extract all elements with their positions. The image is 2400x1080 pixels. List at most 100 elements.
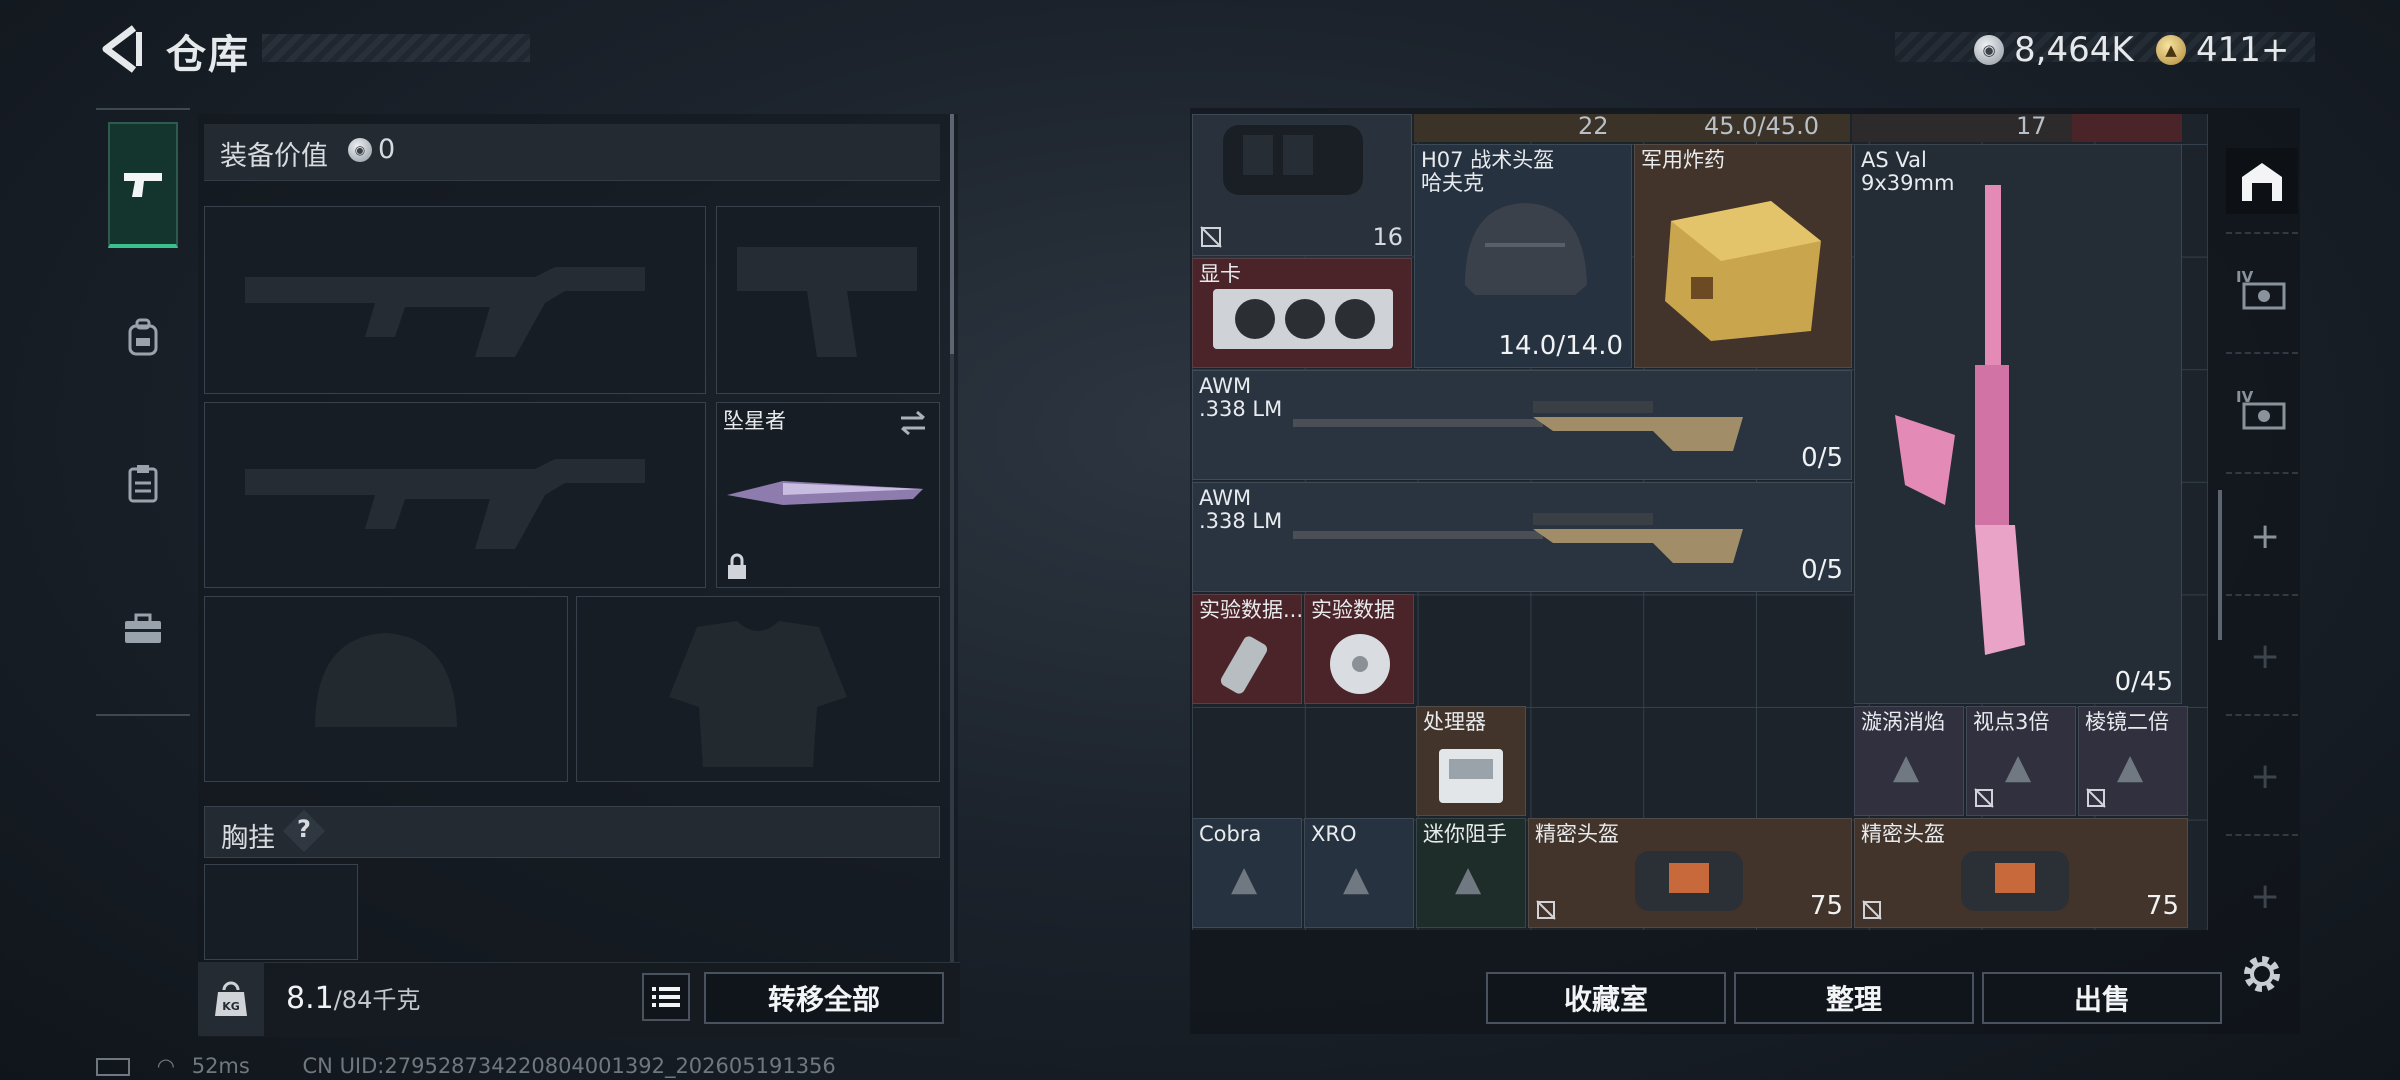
placeholder-icon: ▲ xyxy=(1231,859,1258,899)
data-1-name: 实验数据... xyxy=(1199,598,1302,622)
item-data-2[interactable]: 实验数据 xyxy=(1304,594,1414,704)
tab-case[interactable] xyxy=(108,566,178,692)
storage-scrollbar[interactable] xyxy=(2218,490,2222,640)
gold-coin-icon: ▲ xyxy=(2156,35,2186,65)
arrange-button[interactable]: 整理 xyxy=(1734,972,1974,1024)
add-storage-icon[interactable]: + xyxy=(2250,516,2280,557)
list-view-button[interactable] xyxy=(642,973,690,1021)
helmet-icon xyxy=(1465,203,1587,295)
explosive-name: 军用炸药 xyxy=(1641,148,1725,172)
add-storage-icon[interactable]: + xyxy=(2250,756,2280,797)
tab-rig[interactable] xyxy=(108,420,178,546)
duffel-bag-icon xyxy=(1635,851,1743,911)
precision-1-armor: 75 xyxy=(1809,891,1843,921)
precision-2-name: 精密头盔 xyxy=(1861,822,1945,846)
title-decoration xyxy=(262,34,530,62)
side-divider xyxy=(2226,232,2298,234)
item-precision-2[interactable]: 精密头盔 75 xyxy=(1854,818,2188,928)
add-storage-icon[interactable]: + xyxy=(2250,876,2280,917)
item-gpu[interactable]: 显卡 xyxy=(1192,258,1412,368)
item-asval[interactable]: AS Val 9x39mm 0/45 xyxy=(1854,144,2182,704)
placeholder-icon: ▲ xyxy=(2117,747,2144,787)
item-awm-2[interactable]: AWM .338 LM 0/5 xyxy=(1192,482,1852,592)
weight-readout: 8.1/84千克 xyxy=(286,980,420,1016)
settings-button[interactable] xyxy=(2240,952,2284,1000)
item-vortex[interactable]: 漩涡消焰 ▲ xyxy=(1854,706,1964,816)
item-xro[interactable]: XRO ▲ xyxy=(1304,818,1414,928)
armor-silhouette-icon xyxy=(669,621,847,767)
flash-drive-icon xyxy=(1220,636,1268,694)
no-trade-icon xyxy=(1536,900,1556,920)
back-button[interactable] xyxy=(96,22,146,76)
gold-amount: 411+ xyxy=(2196,30,2290,70)
side-divider xyxy=(2226,714,2298,716)
tab-armor[interactable] xyxy=(108,274,178,400)
battery-icon xyxy=(96,1058,130,1076)
storage-box-icon: IV xyxy=(2236,268,2286,310)
storage-grid[interactable]: 16 22 45.0/45.0 17 H07 战术头盔 哈夫克 14.0/14.… xyxy=(1192,114,2208,930)
equipment-value-bar: 装备价值 ◉ 0 xyxy=(204,124,940,181)
warehouse-icon xyxy=(2242,163,2282,201)
primary-weapon-slot[interactable] xyxy=(204,206,706,394)
storage-tab-iv-2[interactable]: IV xyxy=(2236,386,2292,440)
placeholder-icon: ▲ xyxy=(1893,747,1920,787)
placeholder-icon: ▲ xyxy=(1343,859,1370,899)
crate-icon xyxy=(1665,201,1821,341)
helmet-slot[interactable] xyxy=(204,596,568,782)
uid-text: CN UID:279528734220804001392_20260519135… xyxy=(302,1054,836,1078)
equipment-scroll-thumb[interactable] xyxy=(950,114,954,354)
chest-rig-label: 胸挂 xyxy=(221,823,275,854)
sidearm-slot[interactable] xyxy=(716,206,940,394)
tab-weapons[interactable] xyxy=(108,122,178,248)
wifi-icon: ◠ xyxy=(156,1054,176,1078)
warehouse-tab[interactable] xyxy=(2226,148,2298,214)
gold-currency[interactable]: ▲ 411+ xyxy=(2156,30,2289,70)
silver-amount: 8,464K xyxy=(2014,30,2134,70)
awm-1-name: AWM .338 LM xyxy=(1199,374,1283,421)
item-data-1[interactable]: 实验数据... xyxy=(1192,594,1302,704)
collection-room-button[interactable]: 收藏室 xyxy=(1486,972,1726,1024)
side-divider xyxy=(2226,352,2298,354)
item-cpu[interactable]: 处理器 xyxy=(1416,706,1526,816)
helmet-durability: 14.0/14.0 xyxy=(1498,331,1623,361)
help-icon[interactable]: ? xyxy=(297,815,311,843)
item-awm-1[interactable]: AWM .338 LM 0/5 xyxy=(1192,370,1852,480)
item-helmet[interactable]: H07 战术头盔 哈夫克 14.0/14.0 xyxy=(1414,144,1632,368)
top-row-strip-3 xyxy=(2072,114,2182,142)
helmet-silhouette-icon xyxy=(315,633,457,727)
briefcase-icon xyxy=(125,613,161,643)
item-precision-1[interactable]: 精密头盔 75 xyxy=(1528,818,1852,928)
pistol-silhouette-icon xyxy=(737,247,917,357)
add-storage-icon[interactable]: + xyxy=(2250,636,2280,677)
item-explosive[interactable]: 军用炸药 xyxy=(1634,144,1852,368)
transfer-all-button[interactable]: 转移全部 xyxy=(704,972,944,1024)
lock-icon xyxy=(728,553,746,579)
sight3-name: 视点3倍 xyxy=(1973,710,2050,734)
bag-icon xyxy=(1223,125,1363,195)
item-mini[interactable]: 迷你阻手 ▲ xyxy=(1416,818,1526,928)
melee-slot[interactable]: 坠星者 xyxy=(716,402,940,588)
item-sight3[interactable]: 视点3倍 ▲ xyxy=(1966,706,2076,816)
item-bag[interactable]: 16 xyxy=(1192,114,1412,256)
svg-text:KG: KG xyxy=(222,1000,240,1013)
weight-icon-box: KG xyxy=(198,962,264,1036)
item-cobra[interactable]: Cobra ▲ xyxy=(1192,818,1302,928)
awm-1-ammo: 0/5 xyxy=(1801,443,1843,473)
no-trade-icon xyxy=(1974,788,1994,808)
silver-currency[interactable]: ◉ 8,464K xyxy=(1974,30,2134,70)
sell-button[interactable]: 出售 xyxy=(1982,972,2222,1024)
armor-slot[interactable] xyxy=(576,596,940,782)
storage-tab-iv-1[interactable]: IV xyxy=(2236,266,2292,320)
item-prism2[interactable]: 棱镜二倍 ▲ xyxy=(2078,706,2188,816)
weight-max: /84千克 xyxy=(333,986,421,1014)
swap-icon[interactable] xyxy=(897,409,929,437)
no-trade-icon xyxy=(1862,900,1882,920)
secondary-weapon-slot[interactable] xyxy=(204,402,706,588)
storage-box-icon: IV xyxy=(2236,388,2286,430)
asval-rifle-icon xyxy=(1895,185,2025,655)
chest-rig-slot[interactable] xyxy=(204,864,358,960)
processor-icon xyxy=(1439,749,1503,803)
bag-level: 16 xyxy=(1372,223,1403,251)
vest-icon xyxy=(128,465,158,503)
pistol-icon xyxy=(124,173,162,197)
